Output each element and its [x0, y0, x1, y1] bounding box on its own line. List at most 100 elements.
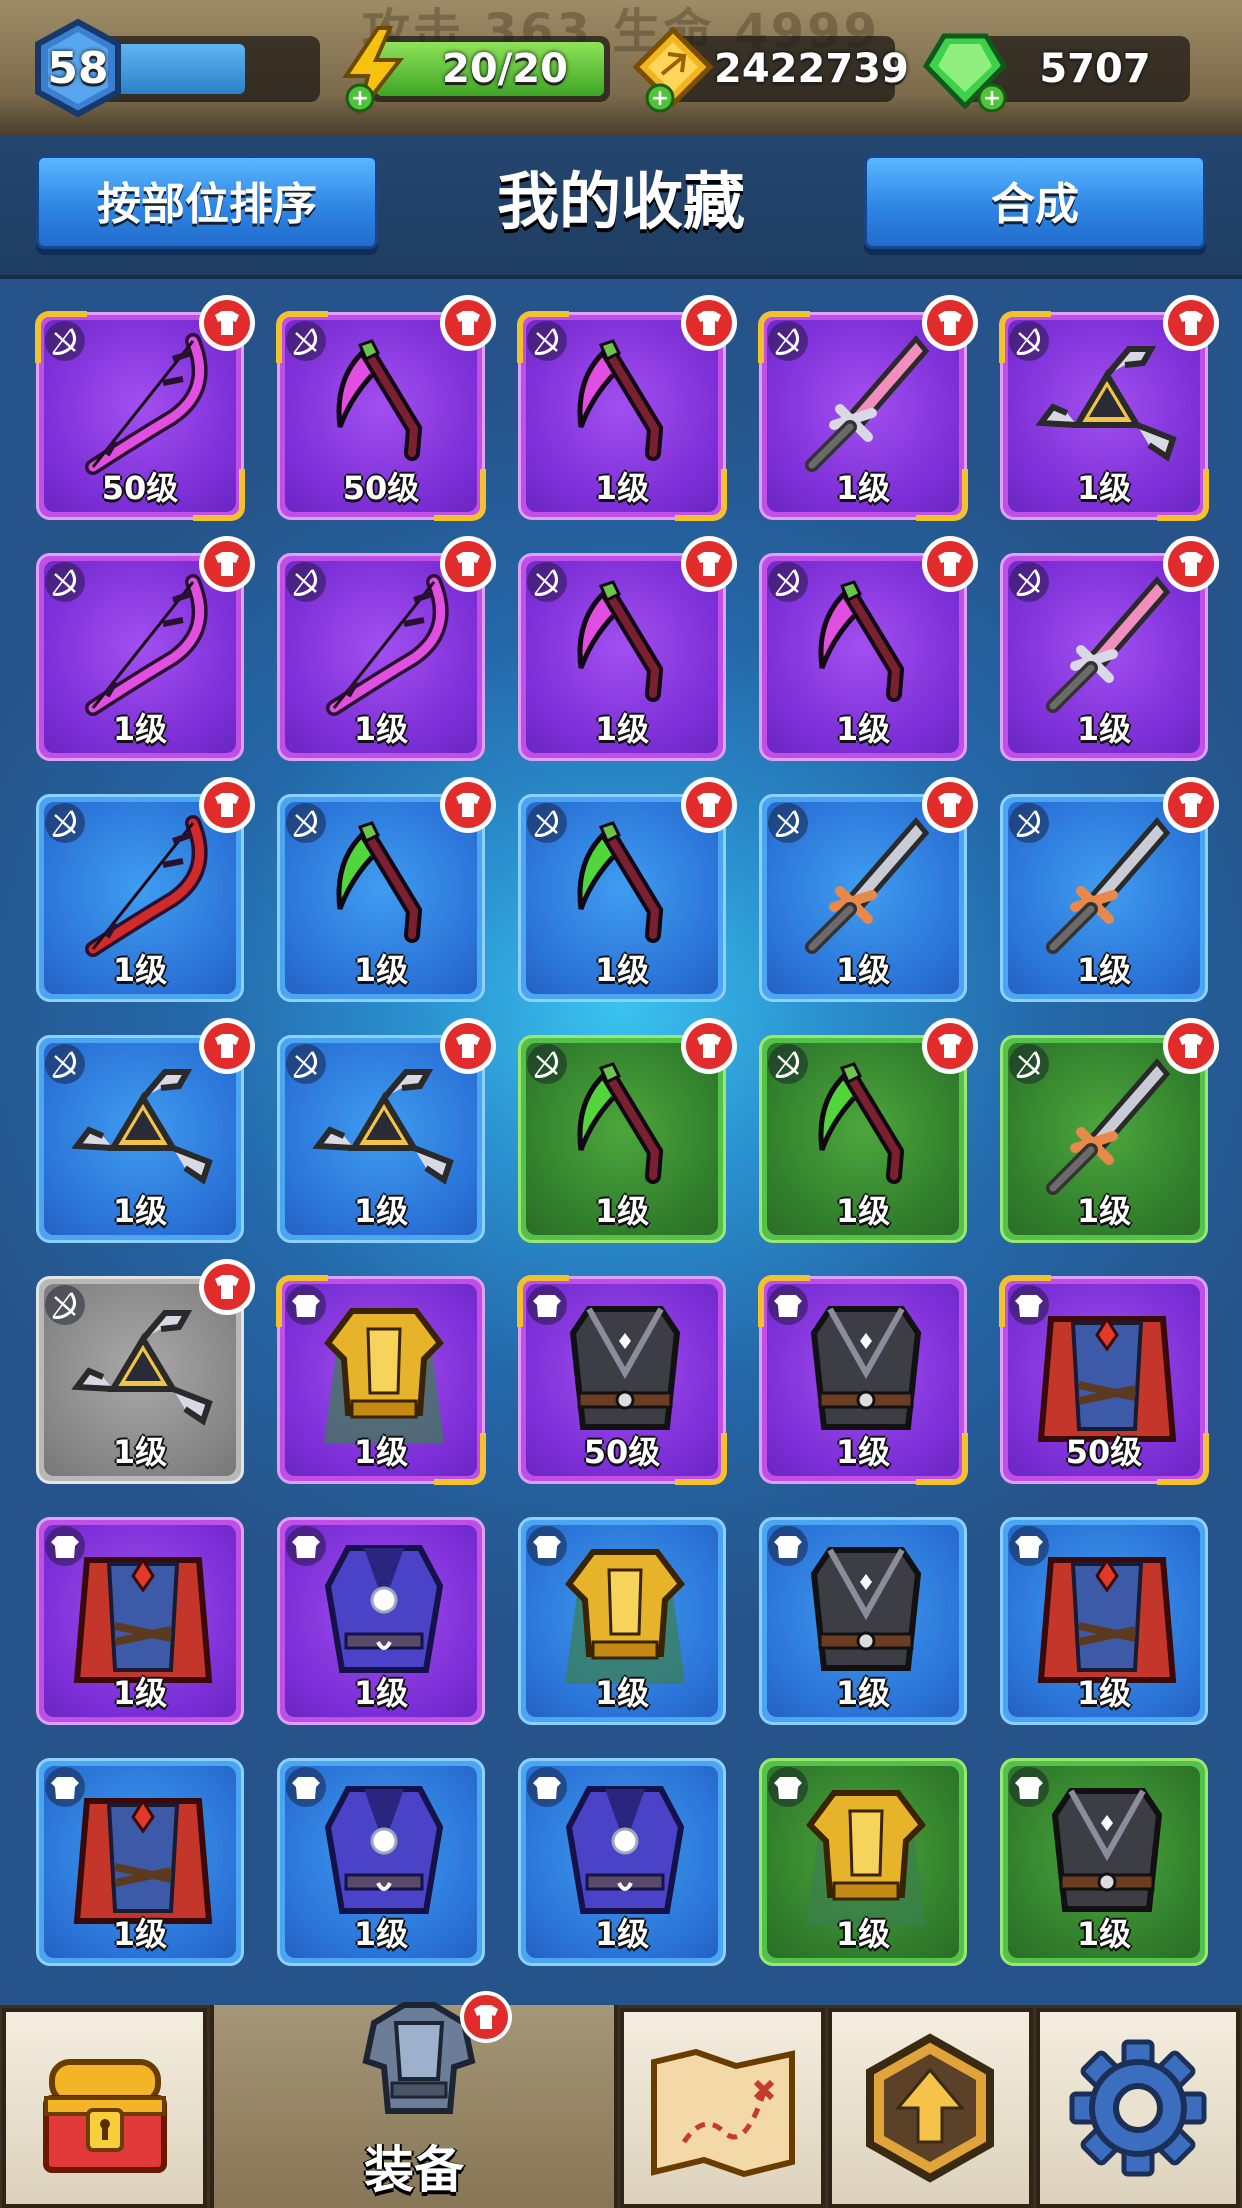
item-card[interactable]: 50级 [517, 1275, 727, 1485]
page-title: 我的收藏 [496, 165, 745, 238]
item-card[interactable]: 50级 [999, 1275, 1209, 1485]
item-card[interactable]: 1级 [1000, 536, 1219, 761]
tab-chest[interactable] [2, 2008, 207, 2208]
item-level: 1级 [1076, 1915, 1132, 1953]
item-card[interactable]: 1级 [518, 1517, 726, 1725]
item-card[interactable]: 50级 [35, 295, 255, 521]
sort-by-slot-button[interactable]: 按部位排序 [36, 155, 378, 249]
treasure-chest-icon [43, 2059, 167, 2173]
item-card[interactable]: 1级 [1000, 1517, 1208, 1725]
gold-armor-icon [806, 1790, 926, 1925]
new-item-badge-icon [922, 777, 978, 833]
new-item-badge-icon [199, 1018, 255, 1074]
item-level: 1级 [353, 1433, 409, 1471]
tab-map[interactable] [620, 2008, 825, 2208]
dark-vest-icon [810, 1306, 922, 1430]
gold-armor-icon [324, 1308, 444, 1443]
item-level: 1级 [112, 1192, 168, 1230]
item-card[interactable]: 1级 [518, 777, 737, 1002]
item-card[interactable]: 1级 [758, 1275, 968, 1485]
item-level: 1级 [112, 1915, 168, 1953]
new-item-badge-icon [681, 536, 737, 592]
item-card[interactable]: 1级 [277, 777, 496, 1002]
item-card[interactable]: 1级 [277, 1517, 485, 1725]
item-card[interactable]: 1级 [276, 1275, 486, 1485]
new-item-badge-icon [1163, 1018, 1219, 1074]
new-item-badge-icon [440, 1018, 496, 1074]
item-level: 1级 [1076, 951, 1132, 989]
craft-button[interactable]: 合成 [864, 155, 1206, 249]
new-item-badge-icon [681, 295, 737, 351]
new-item-badge-icon [440, 536, 496, 592]
item-card[interactable]: 1级 [36, 1259, 255, 1484]
new-item-badge-icon [440, 777, 496, 833]
gem-icon: + [922, 33, 1008, 113]
item-level: 50级 [1065, 1433, 1143, 1471]
item-card[interactable]: 1级 [1000, 1758, 1208, 1966]
tab-upgrade[interactable] [828, 2008, 1033, 2208]
item-card[interactable]: 1级 [36, 1018, 255, 1243]
new-item-badge-icon [681, 1018, 737, 1074]
item-level: 1级 [1076, 710, 1132, 748]
new-item-badge-icon [922, 1018, 978, 1074]
item-card[interactable]: 1级 [517, 295, 737, 521]
mage-robe-icon [565, 1786, 685, 1914]
item-card[interactable]: 1级 [518, 1758, 726, 1966]
new-item-badge-icon [1163, 777, 1219, 833]
new-item-badge-icon [199, 295, 255, 351]
item-level: 1级 [112, 1674, 168, 1712]
item-card[interactable]: 1级 [36, 1758, 244, 1966]
item-card[interactable]: 1级 [518, 1018, 737, 1243]
gem-value: 5707 [1039, 46, 1151, 92]
item-level: 1级 [835, 1674, 891, 1712]
item-level: 1级 [353, 1915, 409, 1953]
item-level: 1级 [1076, 1192, 1132, 1230]
new-item-badge-icon [1163, 295, 1219, 351]
item-level: 50级 [583, 1433, 661, 1471]
item-card[interactable]: 1级 [999, 295, 1219, 521]
dark-vest-icon [810, 1547, 922, 1671]
item-card[interactable]: 1级 [277, 1758, 485, 1966]
status-bar: 攻击 363 生命 4999 58 + 20/20 + 2422739 + 57… [0, 0, 1242, 135]
item-card[interactable]: 1级 [759, 1517, 967, 1725]
item-card[interactable]: 50级 [276, 295, 496, 521]
new-item-badge-icon [440, 295, 496, 351]
item-level: 1级 [835, 1915, 891, 1953]
cape-armor-icon [73, 1798, 213, 1924]
svg-text:+: + [983, 86, 1001, 111]
item-card[interactable]: 1级 [36, 777, 255, 1002]
collection-header: 按部位排序 我的收藏 合成 [0, 135, 1242, 279]
tab-settings[interactable] [1036, 2008, 1240, 2208]
item-card[interactable]: 1级 [759, 1758, 967, 1966]
item-card[interactable]: 1级 [36, 1517, 244, 1725]
new-item-badge-icon [1163, 536, 1219, 592]
item-card[interactable]: 1级 [36, 536, 255, 761]
item-card[interactable]: 1级 [759, 1018, 978, 1243]
item-level: 50级 [101, 469, 179, 507]
item-level: 1级 [1076, 469, 1132, 507]
new-item-badge-icon [681, 777, 737, 833]
item-level: 1级 [112, 710, 168, 748]
tab-equipment-label: 装备 [364, 2141, 464, 2199]
item-level: 1级 [353, 1674, 409, 1712]
cape-armor-icon [73, 1557, 213, 1683]
item-level: 1级 [594, 469, 650, 507]
item-level: 1级 [835, 1192, 891, 1230]
cape-armor-icon [1037, 1316, 1177, 1442]
item-card[interactable]: 1级 [759, 536, 978, 761]
new-item-badge-icon [922, 536, 978, 592]
item-card[interactable]: 1级 [759, 777, 978, 1002]
item-level: 1级 [594, 1192, 650, 1230]
item-card[interactable]: 1级 [1000, 777, 1219, 1002]
item-level: 1级 [112, 951, 168, 989]
item-card[interactable]: 1级 [277, 536, 496, 761]
item-card[interactable]: 1级 [1000, 1018, 1219, 1243]
gold-value: 2422739 [714, 46, 909, 92]
item-level: 1级 [835, 710, 891, 748]
item-card[interactable]: 1级 [758, 295, 978, 521]
item-card[interactable]: 1级 [277, 1018, 496, 1243]
upgrade-arrow-icon [866, 2033, 994, 2183]
new-item-badge-icon [922, 295, 978, 351]
gold-armor-icon [565, 1549, 685, 1684]
item-card[interactable]: 1级 [518, 536, 737, 761]
